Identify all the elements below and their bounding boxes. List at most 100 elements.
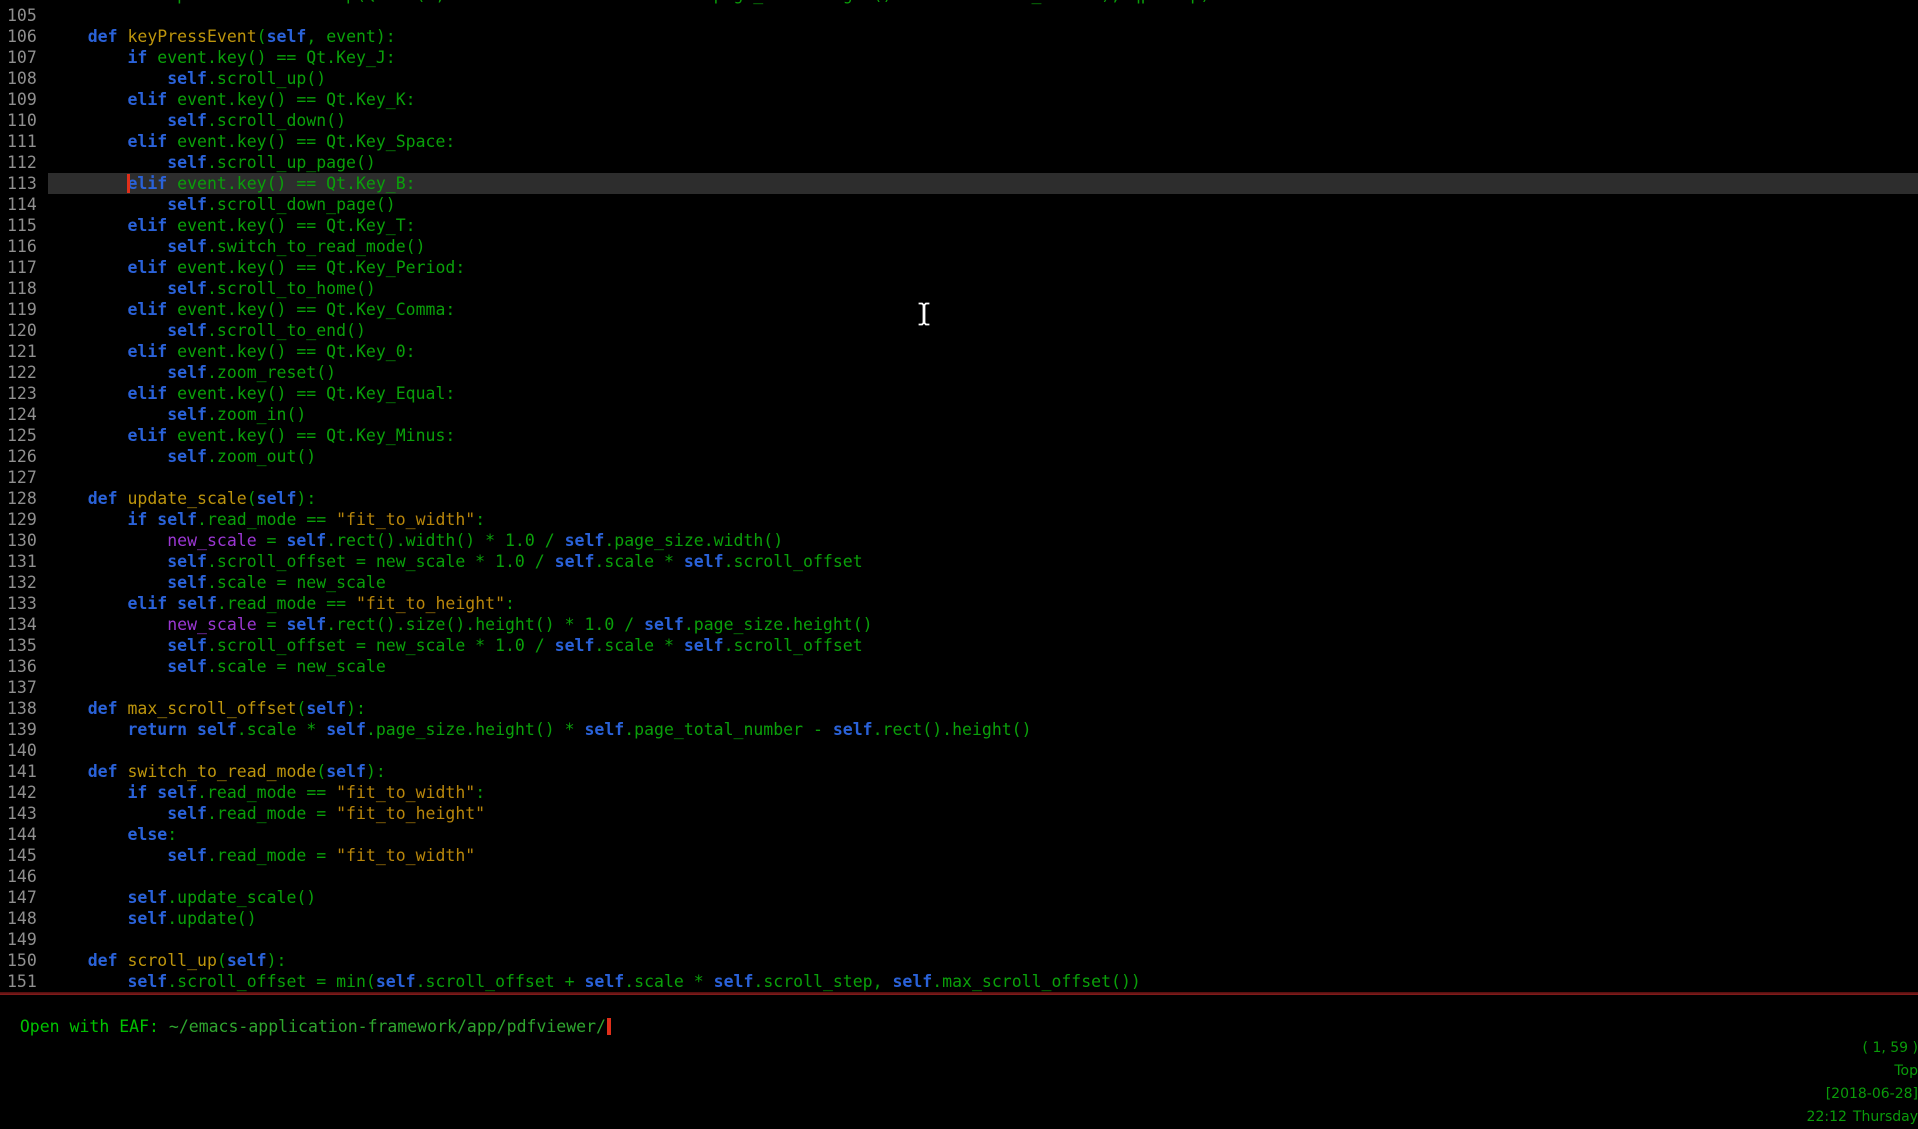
- line-number: 107: [0, 47, 48, 68]
- code-line-133[interactable]: 133 elif self.read_mode == "fit_to_heigh…: [0, 593, 1918, 614]
- code-text[interactable]: elif self.read_mode == "fit_to_height":: [48, 593, 1918, 614]
- code-text[interactable]: self.read_mode = "fit_to_height": [48, 803, 1918, 824]
- code-line-130[interactable]: 130 new_scale = self.rect().width() * 1.…: [0, 530, 1918, 551]
- code-line-123[interactable]: 123 elif event.key() == Qt.Key_Equal:: [0, 383, 1918, 404]
- line-number: 124: [0, 404, 48, 425]
- code-text[interactable]: new_scale = self.rect().size().height() …: [48, 614, 1918, 635]
- code-line-115[interactable]: 115 elif event.key() == Qt.Key_T:: [0, 215, 1918, 236]
- code-line-105[interactable]: 105: [0, 5, 1918, 26]
- code-text[interactable]: def keyPressEvent(self, event):: [48, 26, 1918, 47]
- code-line-119[interactable]: 119 elif event.key() == Qt.Key_Comma:: [0, 299, 1918, 320]
- code-text[interactable]: self.zoom_in(): [48, 404, 1918, 425]
- scroll-position: Top: [1894, 1063, 1918, 1079]
- code-line-106[interactable]: 106 def keyPressEvent(self, event):: [0, 26, 1918, 47]
- code-text[interactable]: elif event.key() == Qt.Key_K:: [48, 89, 1918, 110]
- code-line-135[interactable]: 135 self.scroll_offset = new_scale * 1.0…: [0, 635, 1918, 656]
- code-line-129[interactable]: 129 if self.read_mode == "fit_to_width":: [0, 509, 1918, 530]
- code-text[interactable]: self.scroll_to_home(): [48, 278, 1918, 299]
- code-text[interactable]: def switch_to_read_mode(self):: [48, 761, 1918, 782]
- code-line-108[interactable]: 108 self.scroll_up(): [0, 68, 1918, 89]
- code-line-147[interactable]: 147 self.update_scale(): [0, 887, 1918, 908]
- code-text[interactable]: self.scale = new_scale: [48, 572, 1918, 593]
- code-text[interactable]: elif event.key() == Qt.Key_Comma:: [48, 299, 1918, 320]
- code-text[interactable]: [48, 467, 1918, 488]
- code-line-117[interactable]: 117 elif event.key() == Qt.Key_Period:: [0, 257, 1918, 278]
- code-text[interactable]: [48, 5, 1918, 26]
- code-line-137[interactable]: 137: [0, 677, 1918, 698]
- code-text[interactable]: else:: [48, 824, 1918, 845]
- code-text[interactable]: elif event.key() == Qt.Key_T:: [48, 215, 1918, 236]
- code-text[interactable]: [48, 740, 1918, 761]
- code-text[interactable]: elif event.key() == Qt.Key_Minus:: [48, 425, 1918, 446]
- code-text[interactable]: [48, 866, 1918, 887]
- code-line-125[interactable]: 125 elif event.key() == Qt.Key_Minus:: [0, 425, 1918, 446]
- code-text[interactable]: def update_scale(self):: [48, 488, 1918, 509]
- code-text[interactable]: elif event.key() == Qt.Key_0:: [48, 341, 1918, 362]
- code-line-151[interactable]: 151 self.scroll_offset = min(self.scroll…: [0, 971, 1918, 992]
- code-text[interactable]: self.update(): [48, 908, 1918, 929]
- code-text[interactable]: def scroll_up(self):: [48, 950, 1918, 971]
- code-line-127[interactable]: 127: [0, 467, 1918, 488]
- code-line-142[interactable]: 142 if self.read_mode == "fit_to_width":: [0, 782, 1918, 803]
- code-line-136[interactable]: 136 self.scale = new_scale: [0, 656, 1918, 677]
- code-text[interactable]: self.update_scale(): [48, 887, 1918, 908]
- code-line-109[interactable]: 109 elif event.key() == Qt.Key_K:: [0, 89, 1918, 110]
- code-line-144[interactable]: 144 else:: [0, 824, 1918, 845]
- code-line-138[interactable]: 138 def max_scroll_offset(self):: [0, 698, 1918, 719]
- code-line-112[interactable]: 112 self.scroll_up_page(): [0, 152, 1918, 173]
- code-line-139[interactable]: 139 return self.scale * self.page_size.h…: [0, 719, 1918, 740]
- line-number: 109: [0, 89, 48, 110]
- code-text[interactable]: if event.key() == Qt.Key_J:: [48, 47, 1918, 68]
- code-text[interactable]: self.scroll_down_page(): [48, 194, 1918, 215]
- code-line-132[interactable]: 132 self.scale = new_scale: [0, 572, 1918, 593]
- code-text[interactable]: [48, 929, 1918, 950]
- code-text[interactable]: self.scroll_to_end(): [48, 320, 1918, 341]
- code-line-113[interactable]: 113 elif event.key() == Qt.Key_B:: [0, 173, 1918, 194]
- code-text[interactable]: new_scale = self.rect().width() * 1.0 / …: [48, 530, 1918, 551]
- code-line-150[interactable]: 150 def scroll_up(self):: [0, 950, 1918, 971]
- code-text[interactable]: self.read_mode = "fit_to_width": [48, 845, 1918, 866]
- code-line-148[interactable]: 148 self.update(): [0, 908, 1918, 929]
- code-line-131[interactable]: 131 self.scroll_offset = new_scale * 1.0…: [0, 551, 1918, 572]
- code-text[interactable]: elif event.key() == Qt.Key_Space:: [48, 131, 1918, 152]
- code-line-126[interactable]: 126 self.zoom_out(): [0, 446, 1918, 467]
- code-text[interactable]: self.switch_to_read_mode(): [48, 236, 1918, 257]
- code-line-145[interactable]: 145 self.read_mode = "fit_to_width": [0, 845, 1918, 866]
- code-text[interactable]: self.scroll_offset = min(self.scroll_off…: [48, 971, 1918, 992]
- code-line-141[interactable]: 141 def switch_to_read_mode(self):: [0, 761, 1918, 782]
- code-text[interactable]: self.scroll_up_page(): [48, 152, 1918, 173]
- code-text[interactable]: return self.scale * self.page_size.heigh…: [48, 719, 1918, 740]
- code-text[interactable]: self.zoom_reset(): [48, 362, 1918, 383]
- code-line-110[interactable]: 110 self.scroll_down(): [0, 110, 1918, 131]
- code-line-120[interactable]: 120 self.scroll_to_end(): [0, 320, 1918, 341]
- code-line-146[interactable]: 146: [0, 866, 1918, 887]
- code-line-111[interactable]: 111 elif event.key() == Qt.Key_Space:: [0, 131, 1918, 152]
- code-line-122[interactable]: 122 self.zoom_reset(): [0, 362, 1918, 383]
- code-text[interactable]: if self.read_mode == "fit_to_width":: [48, 782, 1918, 803]
- code-text[interactable]: self.zoom_out(): [48, 446, 1918, 467]
- code-text[interactable]: elif event.key() == Qt.Key_Equal:: [48, 383, 1918, 404]
- code-text[interactable]: elif event.key() == Qt.Key_B:: [48, 173, 1918, 194]
- code-line-128[interactable]: 128 def update_scale(self):: [0, 488, 1918, 509]
- code-line-134[interactable]: 134 new_scale = self.rect().size().heigh…: [0, 614, 1918, 635]
- code-line-143[interactable]: 143 self.read_mode = "fit_to_height": [0, 803, 1918, 824]
- code-text[interactable]: self.scroll_up(): [48, 68, 1918, 89]
- code-text[interactable]: self.scale = new_scale: [48, 656, 1918, 677]
- code-text[interactable]: self.scroll_offset = new_scale * 1.0 / s…: [48, 635, 1918, 656]
- code-line-149[interactable]: 149: [0, 929, 1918, 950]
- code-line-107[interactable]: 107 if event.key() == Qt.Key_J:: [0, 47, 1918, 68]
- code-text[interactable]: self.scroll_offset = new_scale * 1.0 / s…: [48, 551, 1918, 572]
- code-line-140[interactable]: 140: [0, 740, 1918, 761]
- code-text[interactable]: if self.read_mode == "fit_to_width":: [48, 509, 1918, 530]
- code-text[interactable]: def max_scroll_offset(self):: [48, 698, 1918, 719]
- code-line-124[interactable]: 124 self.zoom_in(): [0, 404, 1918, 425]
- code-text[interactable]: elif event.key() == Qt.Key_Period:: [48, 257, 1918, 278]
- code-line-121[interactable]: 121 elif event.key() == Qt.Key_0:: [0, 341, 1918, 362]
- code-editor-buffer[interactable]: self.painter.drawPixmap(QRect(0, index *…: [0, 0, 1918, 992]
- code-line-118[interactable]: 118 self.scroll_to_home(): [0, 278, 1918, 299]
- code-line-114[interactable]: 114 self.scroll_down_page(): [0, 194, 1918, 215]
- minibuffer[interactable]: Open with EAF: ~/emacs-application-frame…: [0, 995, 1918, 1016]
- code-text[interactable]: [48, 677, 1918, 698]
- code-line-116[interactable]: 116 self.switch_to_read_mode(): [0, 236, 1918, 257]
- code-text[interactable]: self.scroll_down(): [48, 110, 1918, 131]
